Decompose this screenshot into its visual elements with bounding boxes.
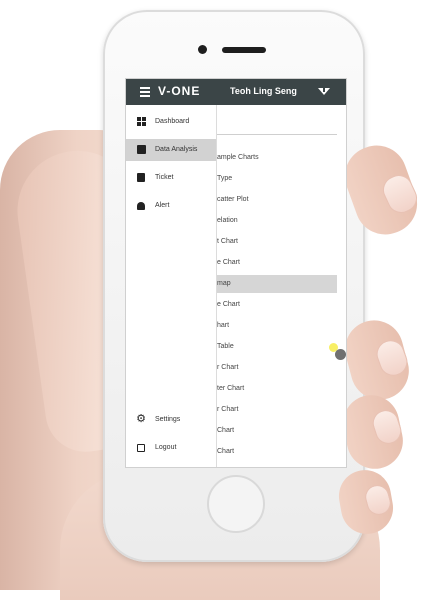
- sidebar-item-settings[interactable]: ⚙ Settings: [126, 409, 216, 431]
- logout-icon: [137, 444, 145, 452]
- sidebar-item-alert[interactable]: Alert: [126, 195, 216, 217]
- user-name[interactable]: Teoh Ling Seng: [230, 86, 297, 96]
- filter-icon[interactable]: [318, 88, 330, 95]
- list-item[interactable]: hart: [217, 317, 337, 335]
- list-item[interactable]: Chart: [217, 422, 337, 440]
- sidebar: Dashboard Data Analysis Ticket Alert ⚙ S…: [126, 105, 217, 467]
- sidebar-item-label: Data Analysis: [155, 146, 198, 153]
- sidebar-item-label: Settings: [155, 416, 181, 423]
- touch-cursor-icon: [335, 349, 346, 360]
- list-item[interactable]: elation: [217, 212, 337, 230]
- speaker-grill: [222, 47, 266, 53]
- list-item[interactable]: e Chart: [217, 296, 337, 314]
- sidebar-item-label: Logout: [155, 444, 177, 451]
- sidebar-item-logout[interactable]: Logout: [126, 437, 216, 459]
- list-item[interactable]: Table: [217, 338, 337, 356]
- sidebar-item-ticket[interactable]: Ticket: [126, 167, 216, 189]
- home-button[interactable]: [207, 475, 265, 533]
- list-item[interactable]: ample Charts: [217, 149, 337, 167]
- list-item[interactable]: ter Chart: [217, 380, 337, 398]
- list-item[interactable]: t Chart: [217, 233, 337, 251]
- list-item[interactable]: r Chart: [217, 359, 337, 377]
- list-item[interactable]: r Chart: [217, 401, 337, 419]
- list-item[interactable]: e Chart: [217, 254, 337, 272]
- bell-icon: [137, 202, 145, 210]
- brand-logo: V-ONE: [158, 84, 201, 98]
- hamburger-icon[interactable]: [140, 87, 150, 97]
- sidebar-item-label: Dashboard: [155, 118, 190, 125]
- chart-list-panel: ample Charts Type catter Plot elation t …: [217, 105, 346, 467]
- phone-screen: V-ONE Teoh Ling Seng Dashboard Data Anal…: [125, 78, 347, 468]
- sidebar-item-dashboard[interactable]: Dashboard: [126, 111, 216, 133]
- sidebar-item-data-analysis[interactable]: Data Analysis: [126, 139, 216, 161]
- gear-icon: ⚙: [136, 413, 146, 425]
- data-analysis-icon: [137, 145, 146, 154]
- list-item[interactable]: catter Plot: [217, 191, 337, 209]
- list-item-highlighted[interactable]: map: [217, 275, 337, 293]
- list-item[interactable]: Type: [217, 170, 337, 188]
- front-camera: [198, 45, 207, 54]
- top-bar: V-ONE Teoh Ling Seng: [126, 79, 346, 105]
- sidebar-item-label: Alert: [155, 202, 170, 209]
- search-underline: [217, 134, 337, 135]
- sidebar-item-label: Ticket: [155, 174, 174, 181]
- dashboard-icon: [137, 117, 146, 126]
- ticket-icon: [137, 173, 145, 182]
- list-item[interactable]: Chart: [217, 443, 337, 461]
